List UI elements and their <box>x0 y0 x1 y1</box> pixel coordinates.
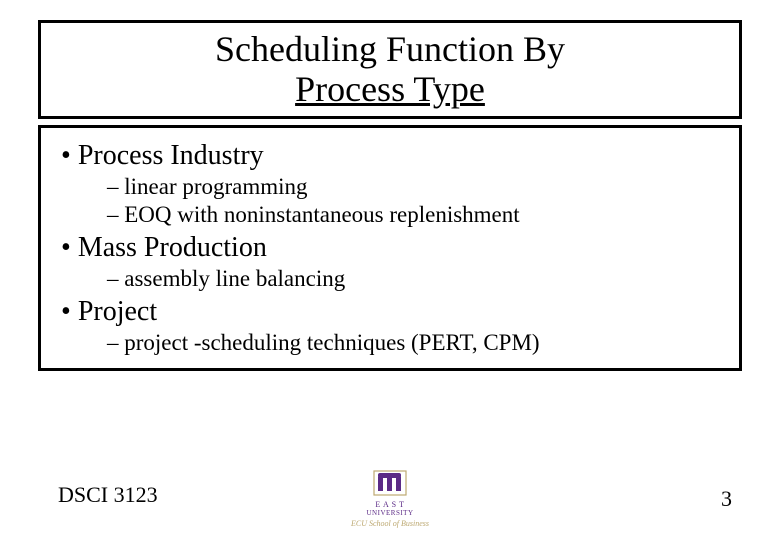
logo-school-text: ECU School of Business <box>351 519 429 528</box>
page-number: 3 <box>721 486 732 512</box>
logo-banner-text: E A S T <box>351 500 429 509</box>
bullet-project: Project <box>61 296 725 328</box>
subbullet: EOQ with noninstantaneous replenishment <box>107 202 725 228</box>
title-line-2: Process Type <box>295 69 485 109</box>
content-box: Process Industry linear programming EOQ … <box>38 125 742 371</box>
subbullet: project -scheduling techniques (PERT, CP… <box>107 330 725 356</box>
slide-title: Scheduling Function By Process Type <box>41 29 739 110</box>
title-box: Scheduling Function By Process Type <box>38 20 742 119</box>
course-code: DSCI 3123 <box>58 482 158 508</box>
subbullet: assembly line balancing <box>107 266 725 292</box>
title-line-1: Scheduling Function By <box>215 29 565 69</box>
bullet-mass-production: Mass Production <box>61 232 725 264</box>
logo-icon <box>372 469 408 499</box>
footer: DSCI 3123 E A S T UNIVERSITY ECU School … <box>0 470 780 530</box>
logo-university-text: UNIVERSITY <box>351 509 429 517</box>
subbullet: linear programming <box>107 174 725 200</box>
university-logo: E A S T UNIVERSITY ECU School of Busines… <box>351 469 429 528</box>
bullet-process-industry: Process Industry <box>61 140 725 172</box>
